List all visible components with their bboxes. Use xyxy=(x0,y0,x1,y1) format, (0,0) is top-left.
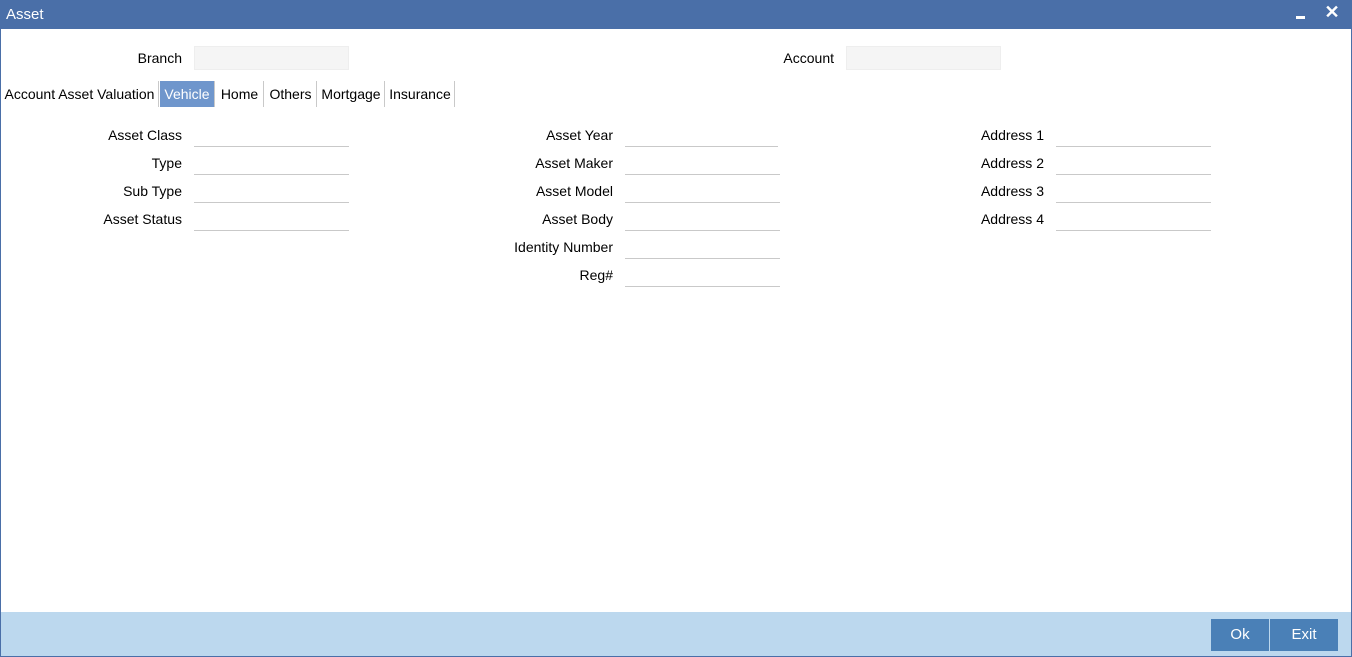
reg-number-label: Reg# xyxy=(579,267,613,283)
type-field[interactable] xyxy=(194,151,349,175)
asset-maker-field[interactable] xyxy=(625,151,780,175)
exit-button[interactable]: Exit xyxy=(1270,619,1338,651)
asset-window: Asset ✕ Branch Account Account Asset Val… xyxy=(0,0,1352,657)
reg-number-field[interactable] xyxy=(625,263,780,287)
minimize-icon[interactable] xyxy=(1291,3,1313,25)
tab-home[interactable]: Home xyxy=(216,81,264,107)
asset-model-field[interactable] xyxy=(625,179,780,203)
sub-type-field[interactable] xyxy=(194,179,349,203)
tab-account-asset-valuation[interactable]: Account Asset Valuation xyxy=(1,81,159,107)
address-2-field[interactable] xyxy=(1056,151,1211,175)
window-title: Asset xyxy=(6,6,44,23)
asset-status-field[interactable] xyxy=(194,207,349,231)
asset-body-field[interactable] xyxy=(625,207,780,231)
address-4-label: Address 4 xyxy=(980,211,1044,227)
asset-class-label: Asset Class xyxy=(108,127,182,143)
tab-others[interactable]: Others xyxy=(265,81,317,107)
sub-type-label: Sub Type xyxy=(123,183,182,199)
asset-status-label: Asset Status xyxy=(103,211,182,227)
address-3-label: Address 3 xyxy=(980,183,1044,199)
address-1-field[interactable] xyxy=(1056,123,1211,147)
asset-year-label: Asset Year xyxy=(546,127,613,143)
close-icon[interactable]: ✕ xyxy=(1321,3,1343,25)
branch-label: Branch xyxy=(137,50,182,66)
tab-mortgage[interactable]: Mortgage xyxy=(318,81,385,107)
tab-insurance[interactable]: Insurance xyxy=(386,81,455,107)
branch-field[interactable] xyxy=(194,46,349,70)
type-label: Type xyxy=(151,155,182,171)
asset-maker-label: Asset Maker xyxy=(535,155,613,171)
address-4-field[interactable] xyxy=(1056,207,1211,231)
account-label: Account xyxy=(783,50,834,66)
ok-button[interactable]: Ok xyxy=(1211,619,1269,651)
tab-vehicle[interactable]: Vehicle xyxy=(160,81,215,107)
address-2-label: Address 2 xyxy=(980,155,1044,171)
account-field[interactable] xyxy=(846,46,1001,70)
asset-year-field[interactable] xyxy=(625,123,778,147)
address-1-label: Address 1 xyxy=(980,127,1044,143)
asset-class-field[interactable] xyxy=(194,123,349,147)
asset-model-label: Asset Model xyxy=(535,183,613,199)
address-3-field[interactable] xyxy=(1056,179,1211,203)
asset-body-label: Asset Body xyxy=(542,211,613,227)
identity-number-field[interactable] xyxy=(625,235,780,259)
identity-number-label: Identity Number xyxy=(514,239,613,255)
title-bar: Asset ✕ xyxy=(1,1,1351,29)
footer-bar: Ok Exit xyxy=(1,612,1351,656)
